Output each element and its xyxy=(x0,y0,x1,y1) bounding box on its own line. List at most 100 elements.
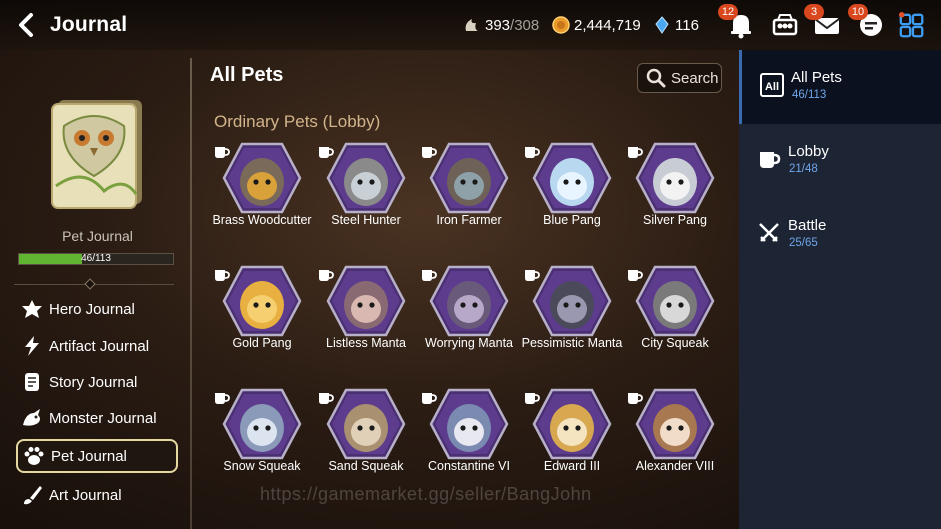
lobby-cup-icon xyxy=(525,393,540,404)
crystal-value: 116 xyxy=(675,16,699,34)
back-arrow-icon xyxy=(19,13,33,37)
pet-portrait xyxy=(635,142,715,214)
pet-name: Constantine VI xyxy=(428,459,510,473)
cup-icon xyxy=(760,152,781,168)
pet-name: Iron Farmer xyxy=(436,213,502,227)
tab-battle[interactable]: Battle 25/65 xyxy=(739,198,941,272)
pet-portrait xyxy=(429,388,509,460)
stamina-max: /308 xyxy=(510,16,540,34)
pet-name: City Squeak xyxy=(641,336,709,350)
column-divider xyxy=(190,58,192,529)
tab-lobby[interactable]: Lobby 21/48 xyxy=(739,124,941,198)
pet-name: Silver Pang xyxy=(643,213,707,227)
svg-text:All: All xyxy=(765,81,779,93)
search-button[interactable]: Search xyxy=(637,63,722,93)
tab-label: Battle xyxy=(788,217,827,234)
mail-badge: 3 xyxy=(804,4,824,20)
grid-menu-icon xyxy=(898,12,924,38)
sidebar-item-hero-journal[interactable]: Hero Journal xyxy=(16,292,178,326)
pet-portrait xyxy=(532,265,612,337)
pet-portrait xyxy=(635,265,715,337)
crystal-icon xyxy=(655,16,669,34)
crossed-swords-icon xyxy=(759,223,779,242)
mail-button[interactable]: 3 xyxy=(804,4,842,40)
chat-badge: 10 xyxy=(848,4,868,20)
journal-sidebar: Pet Journal 46/113 Hero Journal Artifact… xyxy=(0,50,190,529)
chat-button[interactable]: 10 xyxy=(848,4,886,40)
tab-label: Lobby xyxy=(788,143,829,160)
paw-icon xyxy=(24,447,44,465)
pet-name: Gold Pang xyxy=(232,336,292,350)
progress-text: 46/113 xyxy=(81,253,111,264)
team-button[interactable] xyxy=(770,10,800,40)
watermark: https://gamemarket.gg/seller/BangJohn xyxy=(260,484,592,504)
sidebar-item-artifact-journal[interactable]: Artifact Journal xyxy=(16,329,178,363)
lobby-cup-icon xyxy=(628,147,643,158)
back-button[interactable]: Journal xyxy=(14,12,127,38)
brush-icon xyxy=(24,486,42,505)
crystal-display[interactable]: 116 xyxy=(652,0,699,50)
sidebar-item-pet-journal[interactable]: Pet Journal xyxy=(16,439,178,473)
gold-coin-icon xyxy=(552,16,570,34)
divider-ornament xyxy=(84,278,96,290)
lobby-cup-icon xyxy=(628,270,643,281)
stamina-value: 393 xyxy=(485,16,511,34)
hero-icon xyxy=(22,300,42,318)
pet-name: Listless Manta xyxy=(326,336,406,350)
pet-name: Blue Pang xyxy=(543,213,601,227)
pet-name: Edward III xyxy=(543,459,601,473)
lobby-cup-icon xyxy=(628,393,643,404)
pet-portrait xyxy=(635,388,715,460)
pet-name: Worrying Manta xyxy=(425,336,513,350)
sidebar-item-label: Artifact Journal xyxy=(49,337,150,355)
pet-portrait xyxy=(222,265,302,337)
lobby-cup-icon xyxy=(319,147,334,158)
sidebar-item-story-journal[interactable]: Story Journal xyxy=(16,365,178,399)
lobby-cup-icon xyxy=(319,270,334,281)
page-title: Journal xyxy=(50,13,128,36)
sidebar-item-label: Monster Journal xyxy=(49,409,157,427)
stamina-icon xyxy=(465,19,478,31)
pet-portrait xyxy=(326,388,406,460)
pet-portrait xyxy=(429,142,509,214)
sidebar-item-label: Pet Journal xyxy=(51,447,127,465)
pet-portrait xyxy=(326,265,406,337)
search-label: Search xyxy=(671,69,719,87)
lobby-cup-icon xyxy=(525,147,540,158)
sidebar-item-art-journal[interactable]: Art Journal xyxy=(16,478,178,512)
stamina-display[interactable]: 393 /308 xyxy=(462,0,539,50)
sidebar-item-monster-journal[interactable]: Monster Journal xyxy=(16,401,178,435)
gold-value: 2,444,719 xyxy=(574,16,641,34)
gold-display[interactable]: 2,444,719 xyxy=(551,0,641,50)
lobby-cup-icon xyxy=(422,270,437,281)
sidebar-divider xyxy=(14,278,174,290)
lightning-icon xyxy=(25,336,39,356)
lobby-cup-icon xyxy=(525,270,540,281)
pet-name: Snow Squeak xyxy=(223,459,301,473)
tab-count: 21/48 xyxy=(789,163,818,175)
pet-portrait xyxy=(429,265,509,337)
sidebar-item-label: Art Journal xyxy=(49,486,122,504)
notifications-button[interactable]: 12 xyxy=(718,4,756,40)
scroll-icon xyxy=(25,373,39,391)
lobby-cup-icon xyxy=(319,393,334,404)
pet-portrait xyxy=(326,142,406,214)
section-title: Ordinary Pets (Lobby) xyxy=(214,112,381,131)
lobby-cup-icon xyxy=(422,393,437,404)
pet-name: Sand Squeak xyxy=(328,459,404,473)
menu-grid-button[interactable] xyxy=(898,12,928,42)
tab-label: All Pets xyxy=(791,69,842,86)
tab-count: 25/65 xyxy=(789,237,818,249)
tab-all-pets[interactable]: All All Pets 46/113 xyxy=(739,50,941,124)
tab-count: 46/113 xyxy=(792,89,827,101)
pet-name: Steel Hunter xyxy=(331,213,401,227)
pet-portrait xyxy=(222,388,302,460)
pet-name: Alexander VIII xyxy=(635,459,715,473)
pet-portrait xyxy=(222,142,302,214)
all-icon: All xyxy=(760,73,784,97)
sidebar-item-label: Story Journal xyxy=(49,373,138,391)
pet-name: Brass Woodcutter xyxy=(212,213,312,227)
team-icon xyxy=(772,14,798,36)
pet-journal-book-icon xyxy=(51,100,142,209)
pet-name: Pessimistic Manta xyxy=(521,336,623,350)
